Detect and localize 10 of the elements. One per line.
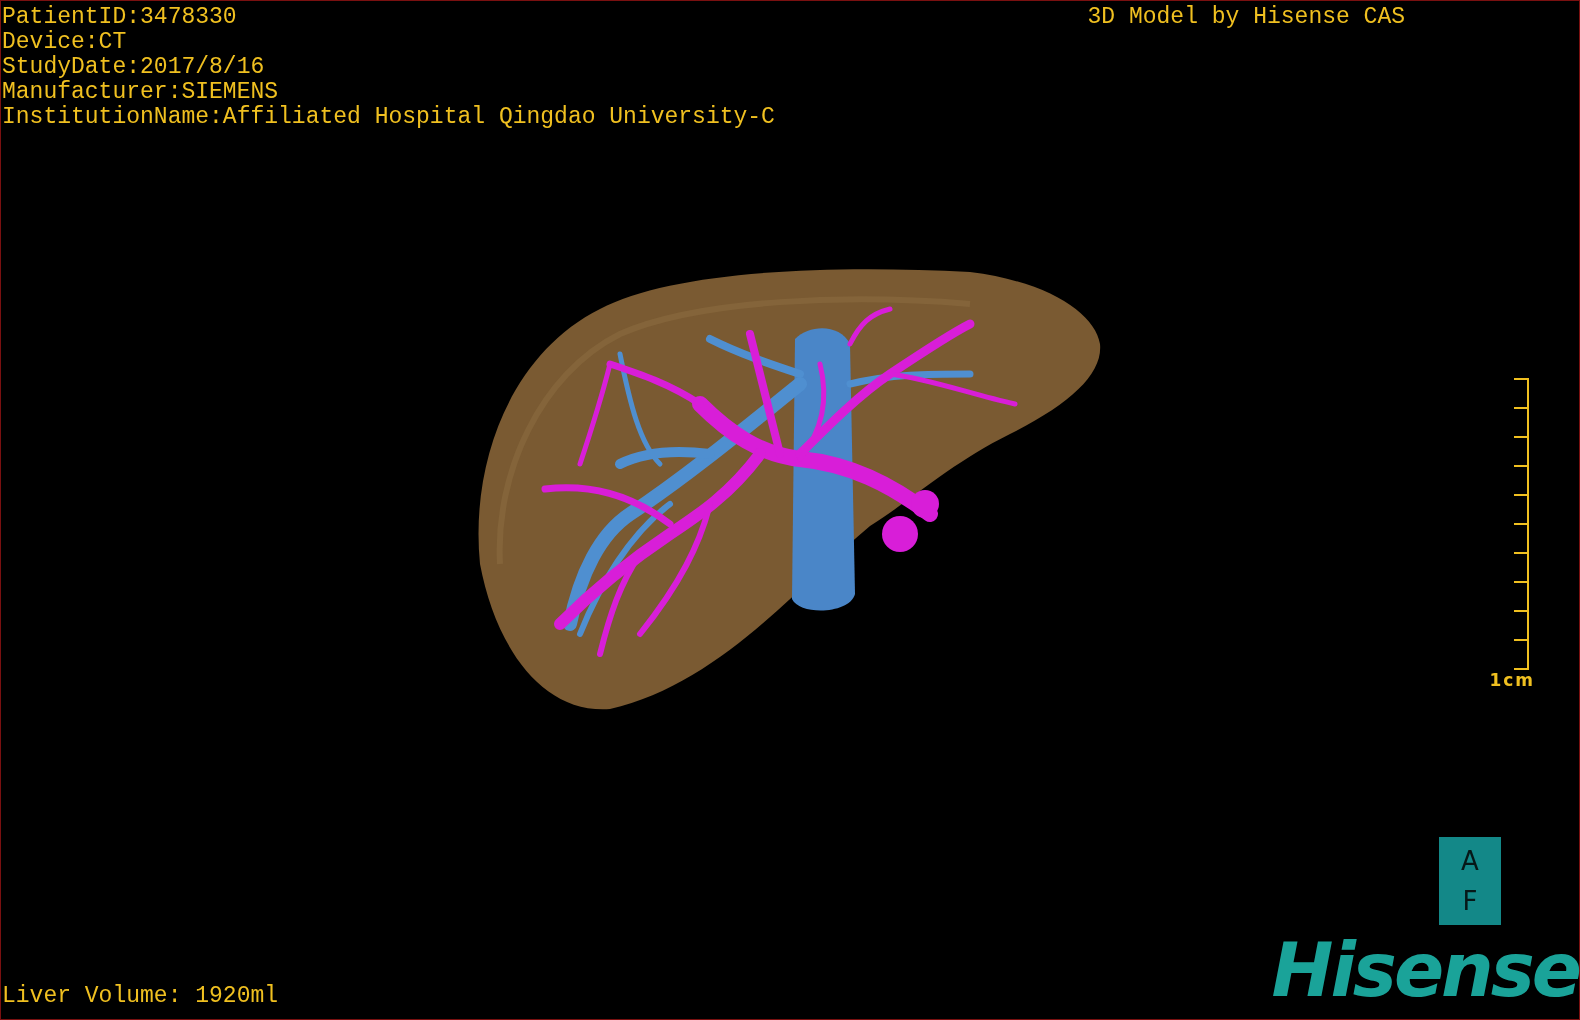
- brand-logo: Hisense: [1271, 935, 1579, 1005]
- study-info-text: Device:CT: [2, 29, 127, 55]
- scale-bar-label: 1cm: [1489, 669, 1535, 690]
- viewer-title: 3D Model by Hisense CAS: [1087, 5, 1405, 32]
- study-info-text: PatientID:3478330: [2, 4, 237, 30]
- study-info-text: InstitutionName:Affiliated Hospital Qingdao University-C: [2, 104, 775, 130]
- orientation-cube: A F: [1439, 837, 1501, 925]
- study-info-text: StudyDate:2017/8/16: [2, 54, 265, 80]
- liver-volume-text: Liver Volume: 1920ml: [1, 984, 279, 1011]
- study-info-text: Manufacturer:SIEMENS: [2, 79, 279, 105]
